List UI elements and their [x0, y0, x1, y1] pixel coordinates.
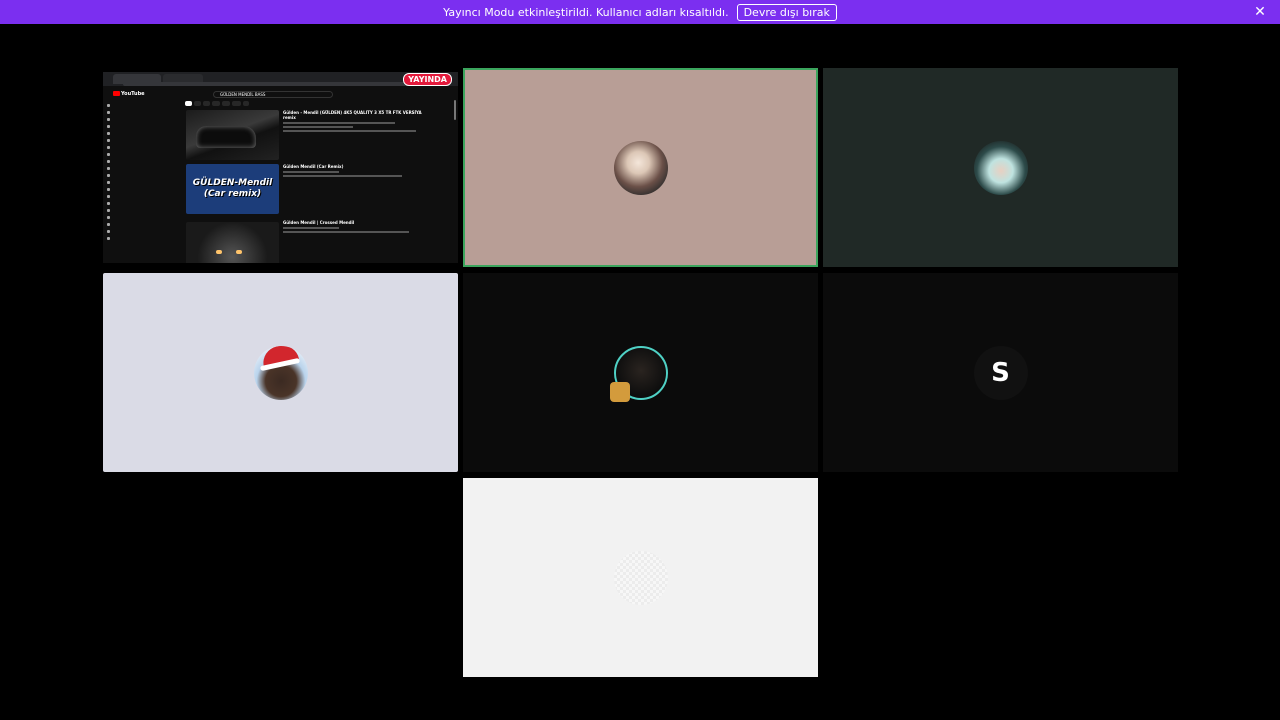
scrollbar[interactable] — [454, 100, 456, 120]
video-title: Gülden Mendil | Crossed Mendil — [283, 220, 355, 225]
address-bar — [123, 82, 423, 86]
video-thumbnail — [186, 222, 279, 263]
video-title: Gülden Mendil (Car Remix) — [283, 164, 344, 169]
avatar — [613, 140, 668, 195]
video-meta: Gülden - Mendil (GÜLDEN) 4K5 QUALITY 3 X… — [283, 110, 423, 134]
avatar: S — [973, 345, 1028, 400]
participant-tile[interactable] — [463, 273, 818, 472]
avatar-decoration — [610, 382, 630, 402]
youtube-logo: YouTube — [113, 91, 145, 97]
participant-tile[interactable] — [463, 478, 818, 677]
participant-tile[interactable]: S — [823, 273, 1178, 472]
video-thumbnail — [186, 110, 279, 160]
avatar — [253, 345, 308, 400]
video-meta: Gülden Mendil (Car Remix) — [283, 164, 423, 179]
streamer-mode-banner: Yayıncı Modu etkinleştirildi. Kullanıcı … — [0, 0, 1280, 24]
banner-message: Yayıncı Modu etkinleştirildi. Kullanıcı … — [443, 5, 729, 19]
avatar — [613, 550, 668, 605]
participant-tile[interactable] — [823, 68, 1178, 267]
youtube-search-input: GÜLDEN MENDİL BASS — [213, 91, 333, 98]
close-icon[interactable]: ✕ — [1252, 4, 1268, 20]
video-title: Gülden - Mendil (GÜLDEN) 4K5 QUALITY 3 X… — [283, 110, 422, 120]
video-meta: Gülden Mendil | Crossed Mendil — [283, 220, 423, 235]
video-thumbnail: GÜLDEN-Mendil (Car remix) — [186, 164, 279, 214]
filter-chips — [185, 101, 249, 106]
youtube-sidebar — [107, 102, 177, 242]
avatar — [973, 140, 1028, 195]
thumbnail-text: (Car remix) — [203, 189, 262, 199]
participant-tile[interactable] — [103, 273, 458, 472]
youtube-header: YouTube GÜLDEN MENDİL BASS — [103, 88, 458, 100]
thumbnail-text: GÜLDEN-Mendil — [192, 178, 273, 188]
participant-tile[interactable] — [463, 68, 818, 267]
live-badge: YAYINDA — [403, 73, 452, 86]
screen-share-tile[interactable]: YAYINDA YouTube GÜLDEN MENDİL BASS Gülde… — [103, 72, 458, 263]
disable-streamer-mode-button[interactable]: Devre dışı bırak — [736, 3, 837, 21]
